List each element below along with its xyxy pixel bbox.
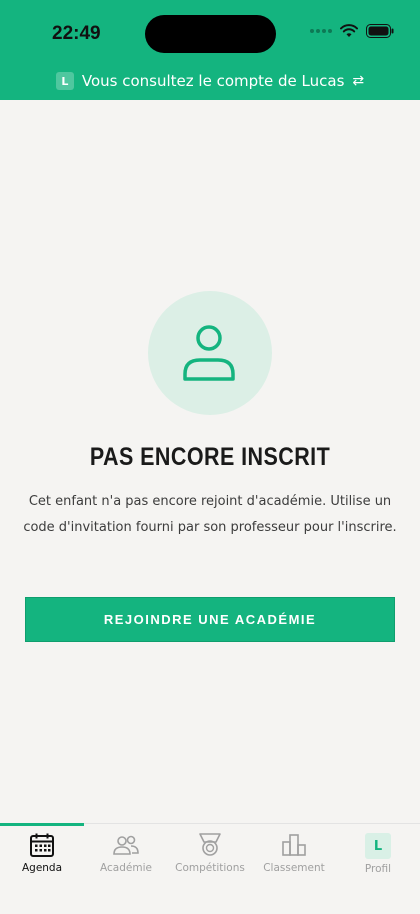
battery-icon bbox=[366, 24, 394, 38]
account-badge: L bbox=[55, 72, 74, 90]
tab-active-indicator bbox=[0, 823, 84, 826]
tab-profil[interactable]: L Profil bbox=[336, 832, 420, 888]
join-academy-button[interactable]: REJOINDRE UNE ACADÉMIE bbox=[25, 597, 395, 642]
signal-icon bbox=[310, 29, 332, 33]
tab-label: Agenda bbox=[21, 862, 63, 874]
medal-icon bbox=[199, 833, 221, 856]
tab-label: Compétitions bbox=[175, 862, 245, 874]
calendar-icon bbox=[30, 833, 54, 857]
empty-state-description: Cet enfant n'a pas encore rejoint d'acad… bbox=[23, 494, 397, 535]
tab-label: Profil bbox=[364, 863, 392, 875]
user-icon bbox=[183, 325, 235, 381]
wifi-icon bbox=[340, 24, 358, 37]
tab-agenda[interactable]: Agenda bbox=[0, 832, 84, 888]
status-time: 22:49 bbox=[52, 23, 101, 44]
account-banner[interactable]: L Vous consultez le compte de Lucas ⇄ bbox=[0, 66, 420, 96]
tab-classement[interactable]: Classement bbox=[252, 832, 336, 888]
tab-competitions[interactable]: Compétitions bbox=[168, 832, 252, 888]
podium-icon bbox=[282, 834, 306, 856]
account-banner-text: Vous consultez le compte de Lucas bbox=[81, 72, 345, 90]
home-indicator bbox=[143, 899, 277, 904]
tab-academie[interactable]: Académie bbox=[84, 832, 168, 888]
profile-badge: L bbox=[365, 833, 391, 859]
dynamic-island bbox=[145, 15, 276, 53]
empty-state-avatar bbox=[148, 291, 272, 415]
status-icons bbox=[310, 24, 394, 38]
tab-label: Classement bbox=[263, 862, 325, 874]
swap-icon[interactable]: ⇄ bbox=[352, 73, 364, 89]
tab-label: Académie bbox=[100, 862, 152, 874]
group-icon bbox=[113, 835, 139, 855]
empty-state-title: PAS ENCORE INSCRIT bbox=[89, 443, 331, 471]
app-header: 22:49 L Vous consultez le compte de Luca… bbox=[0, 0, 420, 100]
